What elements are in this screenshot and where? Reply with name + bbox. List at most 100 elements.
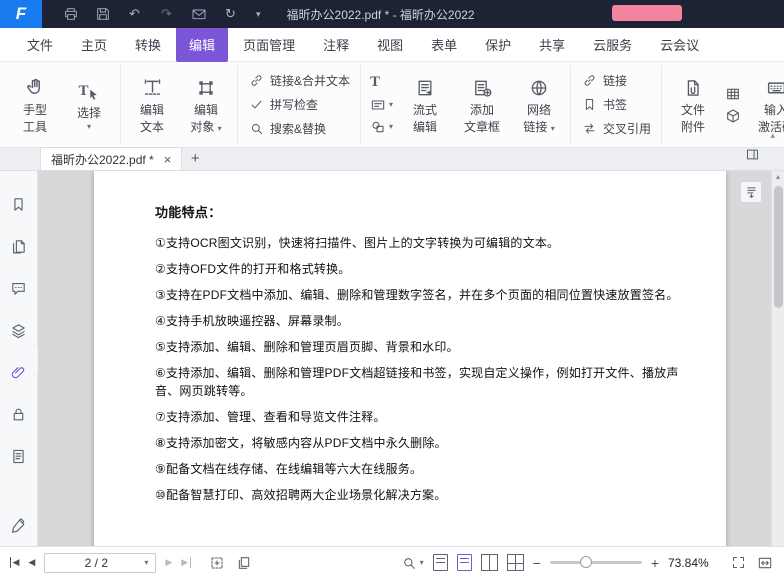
document-tab[interactable]: 福昕办公2022.pdf * × — [40, 147, 182, 170]
page-line[interactable]: ⑥支持添加、编辑、删除和管理PDF文档超链接和书签，实现自定义操作，例如打开文件… — [155, 364, 682, 400]
zoom-percentage[interactable]: 73.84% — [668, 556, 720, 570]
spell-check-button[interactable]: 拼写检查 — [245, 95, 353, 114]
edit-text-button[interactable]: 编辑 文本 — [128, 75, 176, 135]
chevron-down-icon: ▾ — [144, 559, 148, 567]
tab-edit[interactable]: 编辑 — [176, 27, 228, 62]
close-tab-icon[interactable]: × — [164, 153, 172, 166]
logo-letter: F — [16, 4, 26, 24]
page-line[interactable]: ⑩配备智慧打印、高效招聘两大企业场景化解决方案。 — [155, 486, 682, 504]
panel-layout-toggle-icon[interactable] — [745, 147, 760, 167]
search-replace-button[interactable]: 搜索&替换 — [245, 119, 353, 138]
page-number-input[interactable]: 2 / 2 ▾ — [44, 553, 156, 573]
flow-edit-button[interactable]: 流式 编辑 — [401, 75, 449, 135]
page-line[interactable]: ⑨配备文档在线存储、在线编辑等六大在线服务。 — [155, 460, 682, 478]
layers-panel-icon[interactable] — [10, 321, 28, 339]
marquee-zoom-tool-button[interactable]: ▾ — [401, 555, 424, 571]
edit-object-button[interactable]: 编辑 对象 ▾ — [182, 75, 230, 135]
shapes-tool-button[interactable]: ▾ — [368, 119, 395, 135]
page-heading[interactable]: 功能特点： — [155, 202, 682, 221]
bookmarks-panel-icon[interactable] — [10, 195, 28, 213]
signature-panel-icon[interactable] — [10, 516, 28, 534]
link-merge-text-button[interactable]: 链接&合并文本 — [245, 71, 353, 90]
page-line[interactable]: ⑧支持添加密文，将敏感内容从PDF文档中永久删除。 — [155, 434, 682, 452]
pages-panel-icon[interactable] — [10, 237, 28, 255]
web-link-button[interactable]: 网络 链接 ▾ — [515, 75, 563, 135]
page-line[interactable]: ④支持手机放映遥控器、屏幕录制。 — [155, 312, 682, 330]
continuous-view-button[interactable] — [457, 554, 472, 571]
snapshot-tool-icon[interactable] — [208, 554, 226, 572]
3d-media-tool-button[interactable] — [723, 108, 743, 124]
account-redacted-badge[interactable] — [612, 5, 682, 21]
mail-icon[interactable] — [190, 6, 207, 23]
tab-file[interactable]: 文件 — [14, 27, 66, 62]
link-button[interactable]: 链接 — [578, 71, 654, 90]
add-article-box-button[interactable]: 添加 文章框 — [455, 75, 509, 135]
page-line[interactable]: ①支持OCR图文识别，快速将扫描件、图片上的文字转换为可编辑的文本。 — [155, 234, 682, 252]
quick-access-caret-icon[interactable]: ▾ — [256, 9, 261, 20]
window-title: 福昕办公2022.pdf * - 福昕办公2022 — [287, 6, 475, 23]
new-tab-button[interactable]: + — [182, 147, 208, 170]
zoom-slider-thumb[interactable] — [580, 556, 592, 568]
fields-panel-icon[interactable] — [10, 447, 28, 465]
document-canvas[interactable]: 功能特点： ①支持OCR图文识别，快速将扫描件、图片上的文字转换为可编辑的文本。… — [38, 171, 771, 546]
ribbon-group-insert: 文件 附件 输入 激活码 — [662, 65, 784, 144]
vertical-scrollbar[interactable]: ▲ — [771, 171, 784, 546]
collapse-ribbon-button[interactable]: ▴ — [770, 130, 775, 141]
edit-object-icon — [196, 75, 216, 101]
globe-link-icon — [529, 75, 549, 101]
pdf-page[interactable]: 功能特点： ①支持OCR图文识别，快速将扫描件、图片上的文字转换为可编辑的文本。… — [94, 171, 726, 546]
facing-pages-view-button[interactable] — [481, 554, 498, 571]
search-icon — [248, 121, 264, 137]
zoom-slider[interactable] — [550, 561, 642, 564]
single-page-view-button[interactable] — [433, 554, 448, 571]
attachments-panel-icon[interactable] — [10, 363, 28, 381]
tab-form[interactable]: 表单 — [418, 27, 470, 62]
last-page-button[interactable]: ▶ — [181, 557, 190, 568]
security-panel-icon[interactable] — [10, 405, 28, 423]
tab-convert[interactable]: 转换 — [122, 27, 174, 62]
fit-width-icon[interactable] — [756, 554, 774, 572]
previous-page-button[interactable]: ◀ — [28, 557, 35, 568]
tab-page-management[interactable]: 页面管理 — [230, 27, 308, 62]
history-icon[interactable]: ↻ — [222, 6, 239, 23]
page-line[interactable]: ⑦支持添加、管理、查看和导览文件注释。 — [155, 408, 682, 426]
tab-view[interactable]: 视图 — [364, 27, 416, 62]
next-page-button[interactable]: ▶ — [165, 557, 172, 568]
spell-check-icon — [248, 97, 264, 113]
print-icon[interactable] — [62, 6, 79, 23]
quad-pages-view-button[interactable] — [507, 554, 524, 571]
redo-icon[interactable]: ↷ — [158, 6, 175, 23]
tab-comment[interactable]: 注释 — [310, 27, 362, 62]
fullscreen-icon[interactable] — [729, 554, 747, 572]
scroll-up-arrow-icon[interactable]: ▲ — [772, 171, 784, 184]
tab-cloud-service[interactable]: 云服务 — [580, 27, 645, 62]
tab-home[interactable]: 主页 — [68, 27, 120, 62]
scroll-mode-icon[interactable] — [740, 181, 762, 203]
page-line[interactable]: ②支持OFD文件的打开和格式转换。 — [155, 260, 682, 278]
page-line[interactable]: ③支持在PDF文档中添加、编辑、删除和管理数字签名，并在多个页面的相同位置快速放… — [155, 286, 682, 304]
image-tool-button[interactable] — [723, 86, 743, 102]
bookmark-button[interactable]: 书签 — [578, 95, 654, 114]
file-attachment-button[interactable]: 文件 附件 — [669, 75, 717, 135]
attachment-icon — [683, 75, 703, 101]
comments-panel-icon[interactable] — [10, 279, 28, 297]
save-icon[interactable] — [94, 6, 111, 23]
textbox-tool-button[interactable]: ▾ — [368, 97, 395, 113]
undo-icon[interactable]: ↶ — [126, 6, 143, 23]
clipboard-tool-icon[interactable] — [235, 554, 253, 572]
enter-activation-code-button[interactable]: 输入 激活码 — [749, 75, 784, 135]
cross-reference-button[interactable]: 交叉引用 — [578, 119, 654, 138]
scrollbar-thumb[interactable] — [774, 186, 783, 308]
hand-tool-button[interactable]: 手型 工具 — [11, 75, 59, 135]
ribbon-group-tools: 手型 工具 T 选择 ▾ — [4, 65, 121, 144]
page-line[interactable]: ⑤支持添加、编辑、删除和管理页眉页脚、背景和水印。 — [155, 338, 682, 356]
tab-cloud-meeting[interactable]: 云会议 — [647, 27, 712, 62]
tab-protect[interactable]: 保护 — [472, 27, 524, 62]
add-text-button[interactable]: T — [368, 74, 395, 91]
tab-share[interactable]: 共享 — [526, 27, 578, 62]
zoom-out-button[interactable]: − — [533, 556, 541, 570]
select-tool-button[interactable]: T 选择 ▾ — [65, 78, 113, 131]
first-page-button[interactable]: ◀ — [10, 557, 19, 568]
ribbon-group-text-utils: 链接&合并文本 拼写检查 搜索&替换 — [238, 65, 361, 144]
zoom-in-button[interactable]: + — [651, 556, 659, 570]
